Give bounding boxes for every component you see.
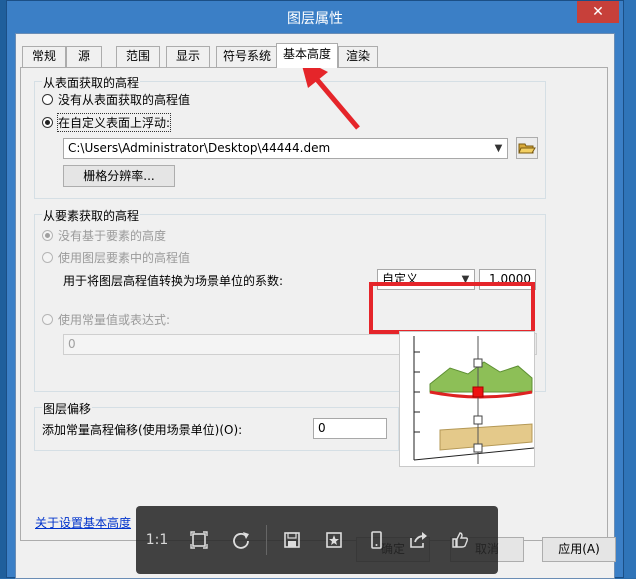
save-icon[interactable] [272, 520, 312, 560]
annotation-arrow [300, 58, 360, 130]
like-icon[interactable] [440, 520, 480, 560]
favorite-icon[interactable] [314, 520, 354, 560]
toolbar-separator [266, 525, 267, 555]
rotate-icon[interactable] [221, 520, 261, 560]
fit-screen-icon[interactable] [179, 520, 219, 560]
image-viewer-toolbar: 1:1 [136, 506, 498, 574]
zoom-actual-size-button[interactable]: 1:1 [137, 520, 177, 560]
tab-base-heights[interactable]: 基本高度 [276, 43, 338, 68]
share-icon[interactable] [398, 520, 438, 560]
phone-icon[interactable] [356, 520, 396, 560]
